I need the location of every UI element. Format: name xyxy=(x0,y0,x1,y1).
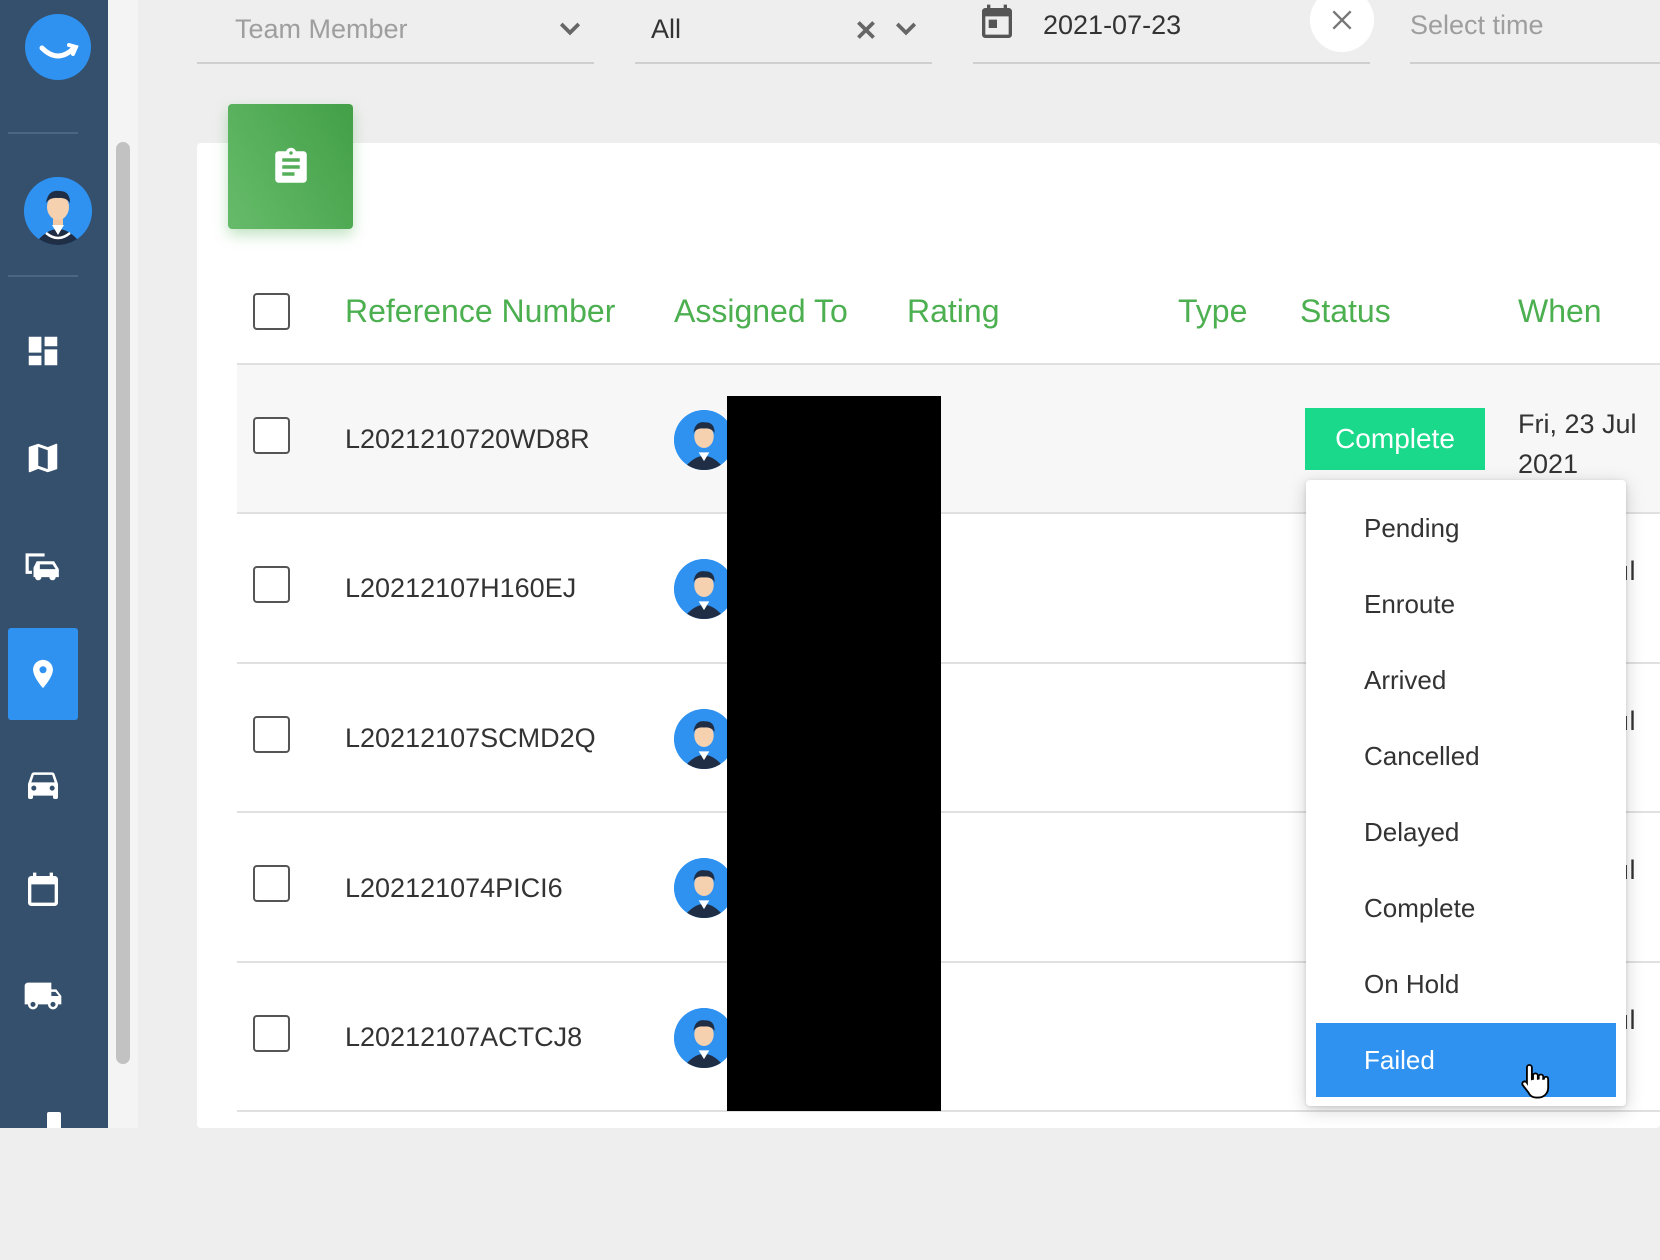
nav-dashboard[interactable] xyxy=(8,305,78,397)
nav-map[interactable] xyxy=(8,412,78,504)
date-value: 2021-07-23 xyxy=(1043,10,1182,40)
column-header-rating[interactable]: Rating xyxy=(907,293,1000,330)
calendar-icon xyxy=(28,872,58,906)
when-year: 2021 xyxy=(1518,449,1579,479)
map-icon xyxy=(28,443,58,473)
reference-number[interactable]: L20212107SCMD2Q xyxy=(345,723,596,754)
status-option-enroute[interactable]: Enroute xyxy=(1316,567,1616,641)
chevron-down-icon[interactable] xyxy=(891,14,921,44)
status-option-pending[interactable]: Pending xyxy=(1316,491,1616,565)
time-placeholder: Select time xyxy=(1410,10,1544,40)
dashboard-icon xyxy=(28,336,58,366)
assignee-avatar xyxy=(674,858,734,918)
status-filter-select[interactable]: All xyxy=(635,0,932,64)
select-all-checkbox[interactable] xyxy=(253,293,290,330)
vehicles-icon xyxy=(25,553,59,581)
assignee-avatar-icon xyxy=(674,410,734,470)
assignee-avatar xyxy=(674,410,734,470)
assignee-avatar xyxy=(674,1008,734,1068)
truck-icon xyxy=(24,982,62,1010)
assignee-avatar xyxy=(674,709,734,769)
column-header-assigned[interactable]: Assigned To xyxy=(674,293,848,330)
column-header-reference[interactable]: Reference Number xyxy=(345,293,615,330)
nav-jobs-location[interactable] xyxy=(8,628,78,720)
reference-number[interactable]: L202121074PICI6 xyxy=(345,873,563,904)
status-option-delayed[interactable]: Delayed xyxy=(1316,795,1616,869)
status-dropdown-menu: Pending Enroute Arrived Cancelled Delaye… xyxy=(1306,480,1626,1106)
row-checkbox[interactable] xyxy=(253,417,290,454)
row-checkbox[interactable] xyxy=(253,716,290,753)
when-cell: Fri, 23 Jul 2021 xyxy=(1518,404,1637,484)
nav-vehicles[interactable] xyxy=(8,520,78,612)
hand-cursor-icon xyxy=(1521,1064,1550,1099)
column-header-when[interactable]: When xyxy=(1518,293,1602,330)
user-avatar[interactable] xyxy=(24,177,92,245)
row-checkbox[interactable] xyxy=(253,1015,290,1052)
status-option-on-hold[interactable]: On Hold xyxy=(1316,947,1616,1021)
assignee-avatar-icon xyxy=(674,559,734,619)
clipboard-icon xyxy=(274,147,307,183)
column-header-type[interactable]: Type xyxy=(1178,293,1247,330)
status-option-complete[interactable]: Complete xyxy=(1316,871,1616,945)
car-icon xyxy=(28,772,58,799)
clear-icon[interactable] xyxy=(853,17,879,43)
time-picker[interactable]: Select time xyxy=(1410,0,1660,64)
sidebar-divider xyxy=(8,275,78,277)
status-option-failed[interactable]: Failed xyxy=(1316,1023,1616,1097)
row-checkbox[interactable] xyxy=(253,865,290,902)
user-avatar-icon xyxy=(24,177,92,245)
sidebar-scrollbar[interactable] xyxy=(108,0,138,1128)
row-checkbox[interactable] xyxy=(253,566,290,603)
chevron-down-icon[interactable] xyxy=(555,14,585,44)
calendar-icon xyxy=(982,4,1012,38)
location-pin-icon xyxy=(33,659,53,689)
when-date: Fri, 23 Jul xyxy=(1518,409,1637,439)
close-icon xyxy=(1332,10,1352,30)
sidebar-divider xyxy=(8,132,78,134)
assignee-avatar-icon xyxy=(674,709,734,769)
nav-calendar[interactable] xyxy=(8,845,78,937)
reference-number[interactable]: L20212107H160EJ xyxy=(345,573,576,604)
nav-more-partial xyxy=(47,1112,61,1128)
nav-cars[interactable] xyxy=(8,738,78,830)
assignee-avatar-icon xyxy=(674,1008,734,1068)
app-logo[interactable] xyxy=(25,14,91,80)
status-badge[interactable]: Complete xyxy=(1305,408,1485,470)
status-filter-value: All xyxy=(651,14,682,44)
status-option-arrived[interactable]: Arrived xyxy=(1316,643,1616,717)
reference-number[interactable]: L20212107ACTCJ8 xyxy=(345,1022,582,1053)
assignee-avatar-icon xyxy=(674,858,734,918)
reference-number[interactable]: L2021210720WD8R xyxy=(345,424,590,455)
nav-trucks[interactable] xyxy=(8,950,78,1042)
column-header-status[interactable]: Status xyxy=(1300,293,1391,330)
sidebar xyxy=(0,0,108,1128)
redaction-block xyxy=(727,396,941,1111)
card-header-badge xyxy=(228,104,353,229)
smile-logo-icon xyxy=(39,43,79,59)
table-row-divider xyxy=(237,1110,1660,1260)
team-member-placeholder: Team Member xyxy=(235,14,408,44)
assignee-avatar xyxy=(674,559,734,619)
team-member-select[interactable]: Team Member xyxy=(197,0,594,64)
status-option-cancelled[interactable]: Cancelled xyxy=(1316,719,1616,793)
scrollbar-thumb[interactable] xyxy=(116,142,130,1064)
